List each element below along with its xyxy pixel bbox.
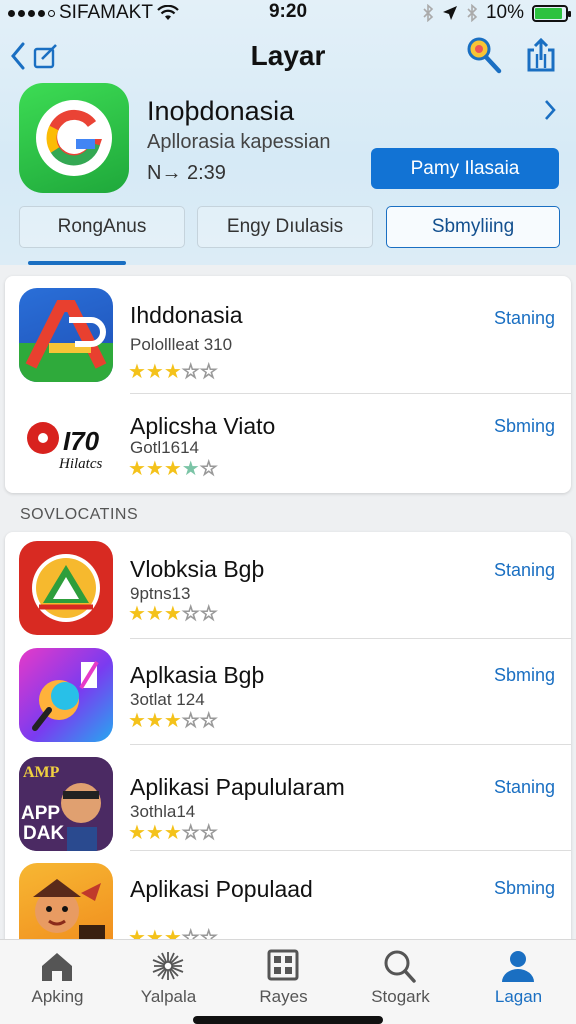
app-icon-app-dak: AMP APP DAK	[19, 757, 113, 851]
featured-app-name: Inoþdonasia	[147, 96, 295, 126]
bluetooth-icon	[423, 4, 434, 22]
share-icon[interactable]	[522, 36, 560, 74]
icon-text: APP	[21, 803, 60, 824]
app-subtitle: 3otlat 124	[130, 690, 205, 709]
icon-text: I70	[63, 426, 100, 456]
app-action-link[interactable]: Sbming	[494, 665, 555, 686]
status-bar: SIFAMAKT 9:20 10%	[0, 0, 576, 26]
list-item[interactable]: I70 Hilatcs Aplicsha Viato Gotl1614 ★★★★…	[5, 394, 571, 499]
tab-label: Lagan	[494, 987, 543, 1006]
app-name: Aplicsha Viato	[130, 413, 276, 439]
icon-text: DAK	[23, 823, 64, 844]
list-item[interactable]: Aplkasia Bgþ 3otlat 124 ★★★☆☆ Sbming	[5, 645, 571, 750]
list-item[interactable]: AMP APP DAK Aplikasi Papulularam 3othla1…	[5, 752, 571, 857]
tab-stogark[interactable]: Stogark	[343, 940, 458, 1024]
app-icon-triangle	[19, 541, 113, 635]
tab-apking[interactable]: Apking	[0, 940, 115, 1024]
featured-action-button[interactable]: Pamy Ilasaia	[371, 148, 559, 189]
star-rating: ★★★☆☆	[128, 710, 218, 733]
tab-label: Apking	[31, 987, 84, 1006]
top-app-list: Ihddonasia Polollleat 310 ★★★☆☆ Staning …	[5, 276, 571, 493]
app-action-link[interactable]: Sbming	[494, 878, 555, 899]
divider	[130, 638, 571, 639]
bluetooth-icon-2	[467, 4, 478, 22]
tab-bar: Apking Yalpala Rayes Stogark Lagan	[0, 939, 576, 1024]
featured-app-icon[interactable]	[19, 83, 129, 193]
home-icon	[42, 953, 72, 981]
star-rating: ★★★☆☆	[128, 822, 218, 845]
list-item[interactable]: Ihddonasia Polollleat 310 ★★★☆☆ Staning	[5, 284, 571, 389]
tab-rayes[interactable]: Rayes	[226, 940, 341, 1024]
segment-engy-dıulasis[interactable]: Engy Dıulasis	[197, 206, 373, 248]
featured-app-subtitle: Apllorasia kapessian	[147, 131, 331, 153]
divider	[130, 744, 571, 745]
app-name: Vlobksia Bgþ	[130, 556, 265, 582]
app-name: Aplikasi Populaad	[130, 876, 313, 902]
app-subtitle: Polollleat 310	[130, 335, 233, 354]
magnifier-icon[interactable]	[464, 34, 504, 76]
star-rating: ★★★★☆	[128, 458, 218, 481]
tab-label: Stogark	[371, 987, 430, 1006]
app-action-link[interactable]: Staning	[494, 777, 555, 798]
battery-fill	[535, 7, 562, 19]
app-action-link[interactable]: Sbming	[494, 416, 555, 437]
icon-text: AMP	[23, 764, 60, 781]
icon-text: Hilatcs	[58, 456, 102, 472]
app-icon-hilatcs: I70 Hilatcs	[19, 398, 113, 492]
nav-bar: Layar	[0, 32, 576, 82]
grid-icon	[267, 949, 299, 981]
star-rating: ★★★☆☆	[128, 603, 218, 626]
app-icon-music	[19, 648, 113, 742]
tab-label: Yalpala	[140, 987, 197, 1006]
segment-sbmyliing[interactable]: Sbmyliing	[386, 206, 560, 248]
search-icon	[384, 950, 416, 983]
app-action-link[interactable]: Staning	[494, 560, 555, 581]
section-app-list: Vlobksia Bgþ 9ptns13 ★★★☆☆ Staning Aplka…	[5, 532, 571, 957]
tab-lagan[interactable]: Lagan	[461, 940, 576, 1024]
app-subtitle: Gotl1614	[130, 438, 199, 457]
location-icon	[442, 6, 457, 20]
app-name: Aplkasia Bgþ	[130, 662, 265, 688]
app-icon-a	[19, 288, 113, 382]
app-name: Aplikasi Papulularam	[130, 774, 345, 800]
segment-rong-anus[interactable]: RongAnus	[19, 206, 185, 248]
chevron-right-icon[interactable]	[538, 96, 562, 124]
sparkle-icon	[152, 952, 184, 980]
divider	[130, 850, 571, 851]
featured-app-meta: N→ 2:39	[147, 162, 226, 184]
battery-icon	[532, 4, 571, 22]
home-indicator	[193, 1016, 383, 1024]
section-label: SOVLOCATINS	[20, 506, 139, 523]
battery-percent: 10%	[485, 2, 524, 23]
star-rating: ★★★☆☆	[128, 361, 218, 384]
list-item[interactable]: Vlobksia Bgþ 9ptns13 ★★★☆☆ Staning	[5, 540, 571, 645]
tab-yalpala[interactable]: Yalpala	[111, 940, 226, 1024]
app-subtitle: 3othla14	[130, 802, 196, 821]
segment-indicator	[28, 261, 126, 265]
app-name: Ihddonasia	[130, 302, 243, 328]
status-right: 10%	[422, 2, 571, 24]
app-action-link[interactable]: Staning	[494, 308, 555, 329]
tab-label: Rayes	[259, 987, 308, 1006]
person-icon	[502, 951, 534, 982]
